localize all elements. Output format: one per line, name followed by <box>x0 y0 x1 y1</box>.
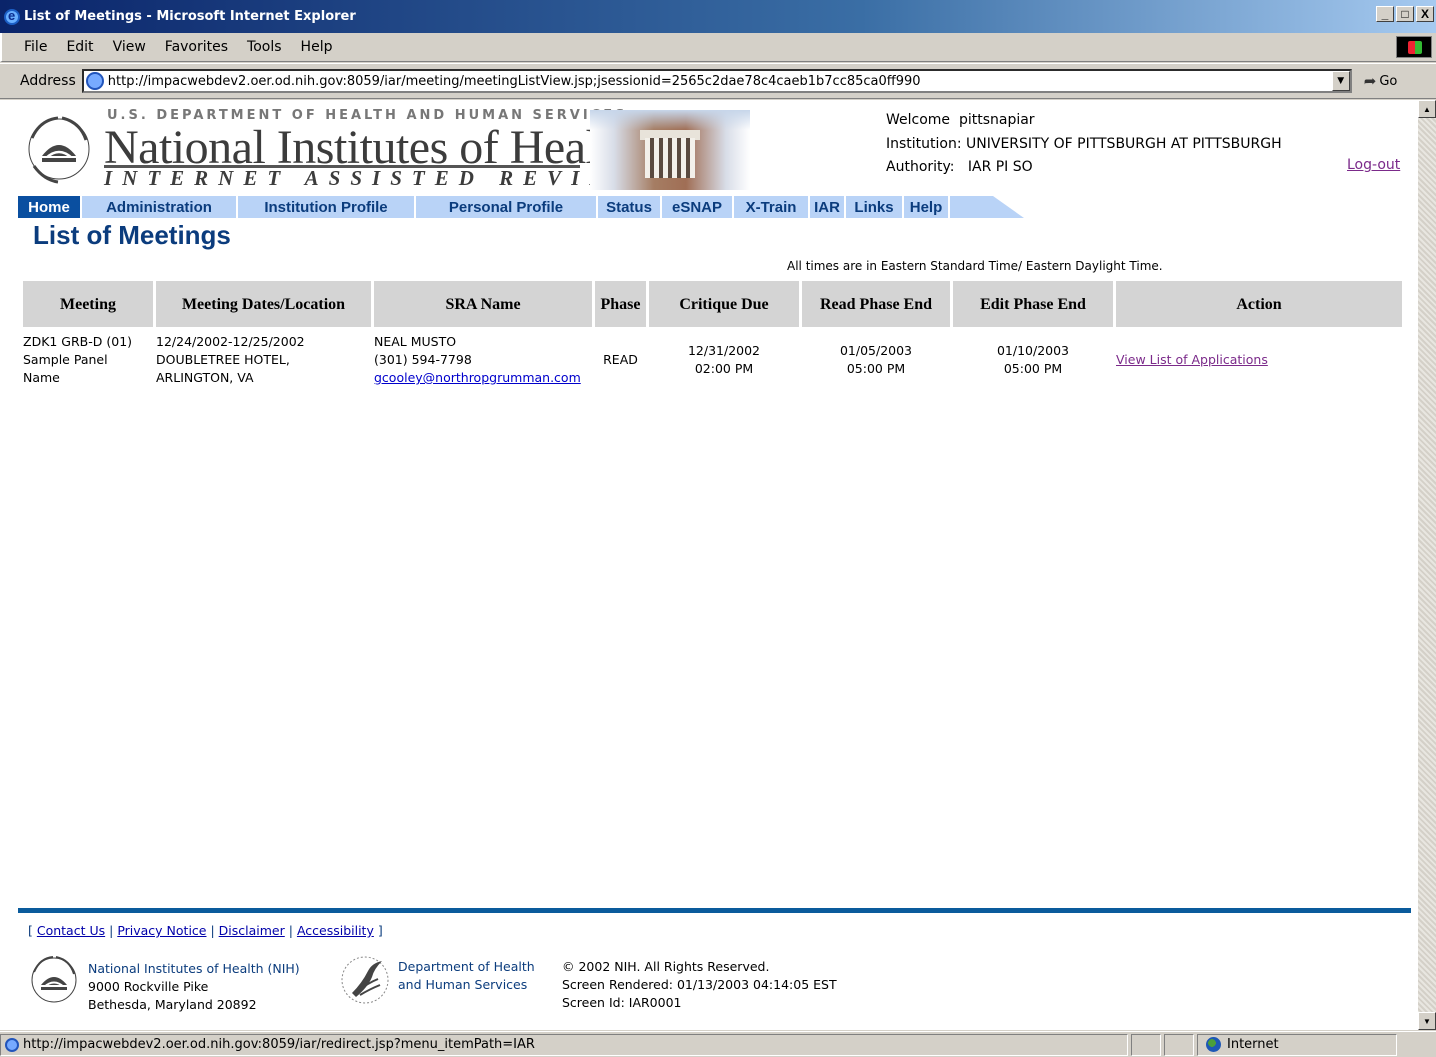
nih-address: National Institutes of Health (NIH) 9000… <box>88 961 300 1012</box>
page-title: List of Meetings <box>33 220 231 250</box>
status-url: http://impacwebdev2.oer.od.nih.gov:8059/… <box>23 1037 535 1052</box>
column-header-phase: Phase <box>595 281 646 327</box>
nih-seal-small-icon <box>31 956 77 1003</box>
main-nav: Home Administration Institution Profile … <box>18 196 950 218</box>
nav-links[interactable]: Links <box>846 196 904 218</box>
footer-links: [ Contact Us | Privacy Notice | Disclaim… <box>28 923 383 938</box>
institution-label: Institution: <box>886 135 962 152</box>
nav-personal-profile[interactable]: Personal Profile <box>416 196 598 218</box>
timezone-note: All times are in Eastern Standard Time/ … <box>787 259 1163 273</box>
nih-building-photo <box>590 110 750 190</box>
page-status-icon <box>5 1037 19 1052</box>
screen-rendered-text: Screen Rendered: 01/13/2003 04:14:05 EST <box>562 977 837 992</box>
go-label: Go <box>1379 73 1398 89</box>
authority-label: Authority: <box>886 159 955 175</box>
vertical-scrollbar[interactable]: ▲ ▼ <box>1418 100 1436 1030</box>
disclaimer-link[interactable]: Disclaimer <box>219 923 285 938</box>
security-zone: Internet <box>1197 1033 1397 1056</box>
cell-edit-phase-end: 01/10/2003 05:00 PM <box>996 343 1070 376</box>
authority-value: IAR PI SO <box>967 159 1033 175</box>
hhs-eagle-icon <box>341 956 389 1004</box>
status-text-panel: http://impacwebdev2.oer.od.nih.gov:8059/… <box>0 1033 1128 1056</box>
table-header-row: Meeting Meeting Dates/Location SRA Name … <box>23 281 1402 327</box>
close-button[interactable]: X <box>1416 6 1434 22</box>
footer-divider <box>18 908 1411 913</box>
welcome-label: Welcome <box>886 112 951 128</box>
menu-view[interactable]: View <box>105 39 157 55</box>
column-header-sra-name: SRA Name <box>374 281 592 327</box>
column-header-critique-due: Critique Due <box>649 281 799 327</box>
user-info: Welcome pittsnapiar Institution: UNIVERS… <box>886 109 1282 180</box>
menu-bar: File Edit View Favorites Tools Help <box>0 33 1436 62</box>
menu-tools[interactable]: Tools <box>239 39 293 55</box>
status-panel <box>1131 1033 1161 1056</box>
column-header-read-phase-end: Read Phase End <box>802 281 950 327</box>
status-panel <box>1164 1033 1194 1056</box>
hhs-name: Department of Health and Human Services <box>398 959 535 992</box>
sra-phone: (301) 594-7798 <box>374 352 472 367</box>
contact-us-link[interactable]: Contact Us <box>37 923 105 938</box>
menu-help[interactable]: Help <box>293 39 344 55</box>
column-header-meeting: Meeting <box>23 281 153 327</box>
nav-help[interactable]: Help <box>904 196 950 218</box>
iar-title: INTERNET ASSISTED REVIEW <box>104 166 642 190</box>
minimize-button[interactable]: _ <box>1376 6 1394 22</box>
column-header-action: Action <box>1116 281 1402 327</box>
sra-email-link[interactable]: gcooley@northropgrumman.com <box>374 369 592 387</box>
maximize-button[interactable]: □ <box>1396 6 1414 22</box>
logout-link[interactable]: Log-out <box>1347 157 1400 173</box>
copyright-text: © 2002 NIH. All Rights Reserved. <box>562 959 770 974</box>
globe-icon <box>1206 1037 1221 1052</box>
nav-iar[interactable]: IAR <box>810 196 846 218</box>
menu-file[interactable]: File <box>16 39 58 55</box>
cell-phase: READ <box>603 352 638 367</box>
window-title-bar[interactable]: List of Meetings - Microsoft Internet Ex… <box>0 0 1436 33</box>
zone-label: Internet <box>1227 1037 1279 1052</box>
status-bar: http://impacwebdev2.oer.od.nih.gov:8059/… <box>0 1031 1436 1057</box>
address-label: Address <box>20 73 76 89</box>
nav-esnap[interactable]: eSNAP <box>662 196 734 218</box>
column-header-edit-phase-end: Edit Phase End <box>953 281 1113 327</box>
nav-institution-profile[interactable]: Institution Profile <box>238 196 416 218</box>
window-controls: _ □ X <box>1376 6 1434 22</box>
accessibility-link[interactable]: Accessibility <box>297 923 374 938</box>
username: pittsnapiar <box>958 112 1035 128</box>
go-button[interactable]: ➦ Go <box>1364 72 1398 90</box>
scroll-down-icon[interactable]: ▼ <box>1418 1012 1436 1030</box>
cell-critique-due: 12/31/2002 02:00 PM <box>687 343 761 376</box>
cell-read-phase-end: 01/05/2003 05:00 PM <box>839 343 913 376</box>
scroll-up-icon[interactable]: ▲ <box>1418 100 1436 118</box>
go-arrow-icon: ➦ <box>1363 72 1377 90</box>
table-row: ZDK1 GRB-D (01) Sample Panel Name 12/24/… <box>23 327 1402 387</box>
nav-home[interactable]: Home <box>18 196 82 218</box>
institution-name: UNIVERSITY OF PITTSBURGH AT PITTSBURGH <box>966 135 1282 152</box>
page-icon <box>85 72 104 90</box>
column-header-dates-location: Meeting Dates/Location <box>156 281 371 327</box>
menu-edit[interactable]: Edit <box>58 39 104 55</box>
address-dropdown-icon[interactable]: ▼ <box>1331 71 1350 91</box>
window-title: List of Meetings - Microsoft Internet Ex… <box>24 9 356 24</box>
screen-id-text: Screen Id: IAR0001 <box>562 995 682 1010</box>
cell-sra: NEAL MUSTO (301) 594-7798 gcooley@northr… <box>374 327 592 387</box>
nav-x-train[interactable]: X-Train <box>734 196 810 218</box>
menu-favorites[interactable]: Favorites <box>157 39 239 55</box>
sra-name: NEAL MUSTO <box>374 334 457 349</box>
cell-dates-location: 12/24/2002-12/25/2002 DOUBLETREE HOTEL, … <box>156 334 305 385</box>
nih-seal-icon <box>28 116 90 184</box>
cell-action: View List of Applications <box>1116 327 1402 387</box>
view-applications-link[interactable]: View List of Applications <box>1116 352 1268 367</box>
address-bar: Address http://impacwebdev2.oer.od.nih.g… <box>0 63 1436 99</box>
meetings-table: Meeting Meeting Dates/Location SRA Name … <box>20 281 1405 387</box>
address-url: http://impacwebdev2.oer.od.nih.gov:8059/… <box>107 73 921 89</box>
copyright-info: © 2002 NIH. All Rights Reserved. Screen … <box>562 958 837 1012</box>
nav-status[interactable]: Status <box>598 196 662 218</box>
ie-icon <box>4 8 20 25</box>
address-input[interactable]: http://impacwebdev2.oer.od.nih.gov:8059/… <box>81 69 1352 93</box>
windows-logo-icon <box>1396 36 1432 58</box>
cell-meeting: ZDK1 GRB-D (01) Sample Panel Name <box>23 334 133 385</box>
nav-administration[interactable]: Administration <box>82 196 238 218</box>
privacy-notice-link[interactable]: Privacy Notice <box>117 923 206 938</box>
page-content: U.S. DEPARTMENT OF HEALTH AND HUMAN SERV… <box>0 100 1418 1030</box>
